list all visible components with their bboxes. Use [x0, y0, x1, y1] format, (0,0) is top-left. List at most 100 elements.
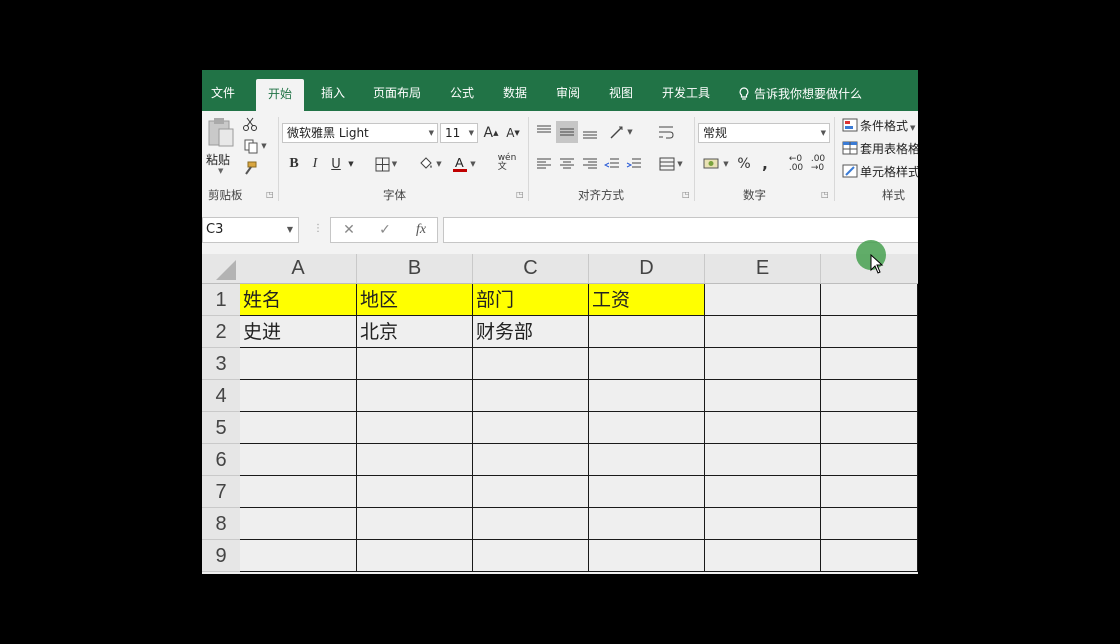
cell-d7[interactable]	[589, 476, 705, 508]
cell-f9[interactable]	[821, 540, 918, 572]
cell-e9[interactable]	[705, 540, 821, 572]
tab-developer[interactable]: 开发工具	[662, 70, 710, 111]
row-header-1[interactable]: 1	[202, 284, 240, 316]
row-header-3[interactable]: 3	[202, 348, 240, 380]
align-middle-button[interactable]	[556, 121, 578, 143]
cell-b6[interactable]	[357, 444, 473, 476]
insert-function-button[interactable]: fx	[409, 218, 433, 242]
cell-c5[interactable]	[473, 412, 589, 444]
font-name-select[interactable]: 微软雅黑 Light ▼	[282, 123, 438, 143]
tab-file[interactable]: 文件	[211, 70, 235, 111]
column-header-b[interactable]: B	[357, 254, 473, 283]
row-header-2[interactable]: 2	[202, 316, 240, 348]
tell-me-search[interactable]: 告诉我你想要做什么	[738, 70, 862, 111]
cell-e1[interactable]	[705, 284, 821, 316]
cell-c6[interactable]	[473, 444, 589, 476]
column-header-a[interactable]: A	[240, 254, 357, 283]
accounting-format-button[interactable]: ▼	[700, 153, 732, 175]
cell-e8[interactable]	[705, 508, 821, 540]
cell-b7[interactable]	[357, 476, 473, 508]
underline-dropdown-arrow[interactable]: ▼	[344, 155, 358, 173]
cell-b8[interactable]	[357, 508, 473, 540]
cell-d3[interactable]	[589, 348, 705, 380]
font-size-select[interactable]: 11 ▼	[440, 123, 478, 143]
row-header-6[interactable]: 6	[202, 444, 240, 476]
paste-button[interactable]: 粘贴	[206, 151, 230, 168]
phonetic-guide-button[interactable]: wén 文	[492, 151, 522, 175]
align-top-button[interactable]	[534, 121, 554, 143]
cell-b5[interactable]	[357, 412, 473, 444]
decrease-font-size-button[interactable]: A ▼	[505, 123, 521, 143]
cell-d5[interactable]	[589, 412, 705, 444]
formula-bar-splitter[interactable]: ⋮	[313, 223, 323, 234]
cell-d9[interactable]	[589, 540, 705, 572]
formula-input[interactable]	[443, 217, 918, 243]
cell-d4[interactable]	[589, 380, 705, 412]
comma-style-button[interactable]: ,	[758, 153, 772, 175]
cell-c8[interactable]	[473, 508, 589, 540]
cell-a5[interactable]	[240, 412, 357, 444]
cell-c2[interactable]: 财务部	[473, 316, 589, 348]
cell-f2[interactable]	[821, 316, 918, 348]
column-header-e[interactable]: E	[705, 254, 821, 283]
tab-formulas[interactable]: 公式	[450, 70, 474, 111]
cell-a4[interactable]	[240, 380, 357, 412]
cell-f4[interactable]	[821, 380, 918, 412]
cell-b2[interactable]: 北京	[357, 316, 473, 348]
paste-dropdown-arrow[interactable]: ▼	[218, 167, 223, 175]
cell-e2[interactable]	[705, 316, 821, 348]
cell-c1[interactable]: 部门	[473, 284, 589, 316]
cell-d1[interactable]: 工资	[589, 284, 705, 316]
cell-e6[interactable]	[705, 444, 821, 476]
cell-b4[interactable]	[357, 380, 473, 412]
cell-a3[interactable]	[240, 348, 357, 380]
wrap-text-button[interactable]	[655, 121, 677, 143]
cell-a7[interactable]	[240, 476, 357, 508]
cell-a6[interactable]	[240, 444, 357, 476]
cell-d2[interactable]	[589, 316, 705, 348]
increase-font-size-button[interactable]: A ▲	[483, 123, 499, 143]
column-header-d[interactable]: D	[589, 254, 705, 283]
cell-b1[interactable]: 地区	[357, 284, 473, 316]
fill-color-button[interactable]: ▼	[414, 154, 446, 174]
row-header-5[interactable]: 5	[202, 412, 240, 444]
align-right-button[interactable]	[580, 153, 600, 175]
cell-a8[interactable]	[240, 508, 357, 540]
column-header-c[interactable]: C	[473, 254, 589, 283]
cancel-icon[interactable]: ✕	[337, 218, 361, 242]
cell-f8[interactable]	[821, 508, 918, 540]
number-launcher-icon[interactable]: ◳	[821, 191, 829, 199]
decrease-indent-button[interactable]	[602, 153, 622, 175]
percent-style-button[interactable]: %	[734, 153, 754, 175]
format-as-table-button[interactable]: 套用表格格	[842, 140, 918, 157]
tab-page-layout[interactable]: 页面布局	[373, 70, 421, 111]
increase-indent-button[interactable]	[624, 153, 644, 175]
cell-e5[interactable]	[705, 412, 821, 444]
row-header-9[interactable]: 9	[202, 540, 240, 572]
select-all-button[interactable]	[202, 254, 240, 283]
cell-f7[interactable]	[821, 476, 918, 508]
cell-d8[interactable]	[589, 508, 705, 540]
align-left-button[interactable]	[534, 153, 554, 175]
cell-f6[interactable]	[821, 444, 918, 476]
tab-data[interactable]: 数据	[503, 70, 527, 111]
cut-icon[interactable]	[240, 115, 260, 133]
enter-icon[interactable]: ✓	[373, 218, 397, 242]
tab-home[interactable]: 开始	[256, 79, 305, 111]
conditional-formatting-button[interactable]: 条件格式 ▼	[842, 117, 915, 134]
cell-f1[interactable]	[821, 284, 918, 316]
italic-button[interactable]: I	[307, 155, 323, 173]
orientation-button[interactable]: ▼	[606, 121, 636, 143]
tab-insert[interactable]: 插入	[321, 70, 345, 111]
copy-icon[interactable]: ▼	[240, 137, 270, 155]
cell-f5[interactable]	[821, 412, 918, 444]
borders-button[interactable]: ▼	[370, 154, 402, 174]
paste-icon[interactable]	[205, 117, 237, 149]
cell-a9[interactable]	[240, 540, 357, 572]
tab-review[interactable]: 审阅	[556, 70, 580, 111]
format-painter-icon[interactable]	[240, 159, 260, 177]
increase-decimal-button[interactable]: ←0.00	[786, 153, 806, 175]
cell-e3[interactable]	[705, 348, 821, 380]
underline-button[interactable]: U	[328, 155, 344, 173]
row-header-4[interactable]: 4	[202, 380, 240, 412]
